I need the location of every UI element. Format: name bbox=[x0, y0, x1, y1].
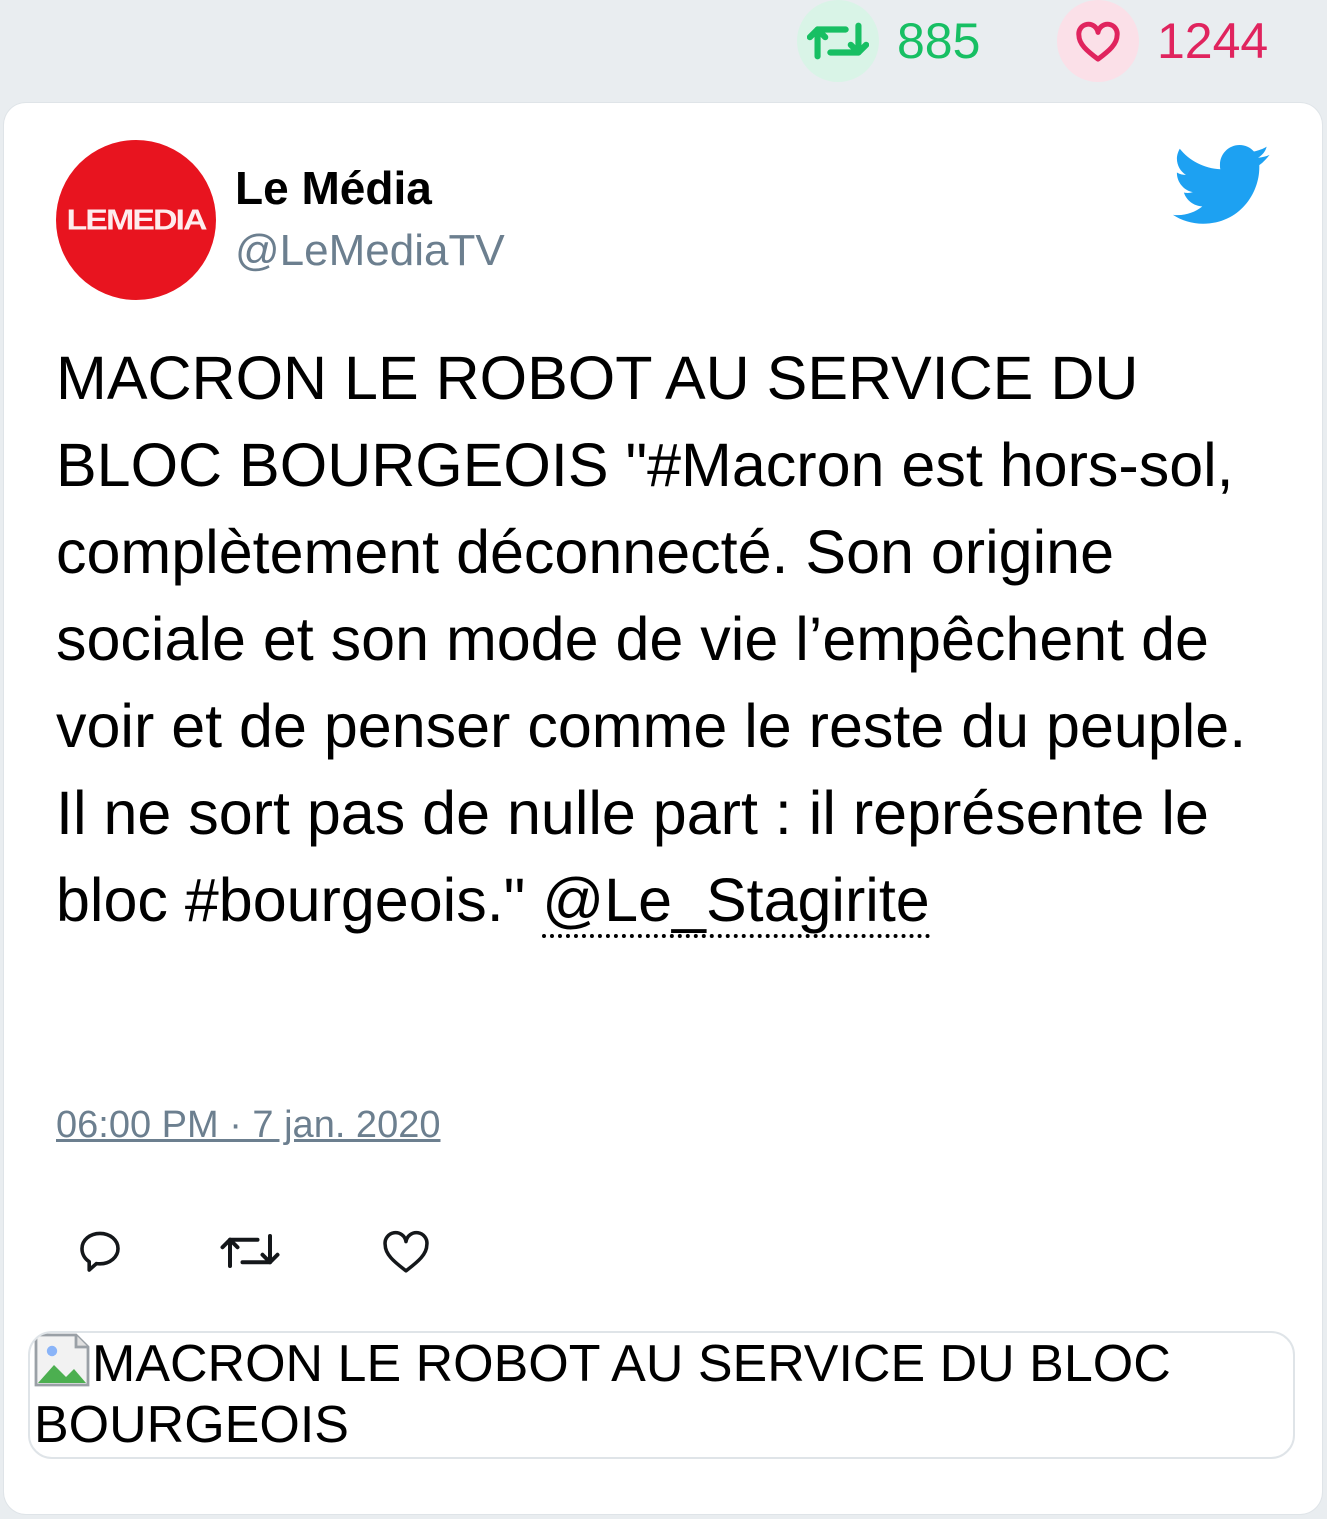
link-preview-card[interactable]: MACRON LE ROBOT AU SERVICE DU BLOC BOURG… bbox=[28, 1331, 1295, 1459]
retweet-count: 885 bbox=[897, 13, 981, 69]
retweet-icon[interactable] bbox=[797, 0, 879, 82]
reply-icon[interactable] bbox=[70, 1221, 130, 1281]
twitter-bird-icon[interactable] bbox=[1172, 145, 1272, 227]
link-preview-alt-text: MACRON LE ROBOT AU SERVICE DU BLOC BOURG… bbox=[34, 1333, 1274, 1456]
author-handle[interactable]: @LeMediaTV bbox=[235, 229, 505, 273]
avatar[interactable]: LEMEDIA bbox=[56, 140, 216, 300]
tweet-text: MACRON LE ROBOT AU SERVICE DU BLOC BOURG… bbox=[56, 335, 1281, 944]
author-name[interactable]: Le Média bbox=[235, 165, 432, 211]
engagement-stats: 885 1244 bbox=[0, 0, 1327, 100]
tweet-timestamp[interactable]: 06:00 PM · 7 jan. 2020 bbox=[56, 1106, 440, 1144]
like-stat[interactable]: 1244 bbox=[1057, 0, 1268, 82]
retweet-icon[interactable] bbox=[220, 1221, 280, 1281]
mention-link[interactable]: @Le_Stagirite bbox=[542, 866, 930, 938]
link-preview-title: MACRON LE ROBOT AU SERVICE DU BLOC BOURG… bbox=[34, 1335, 1171, 1454]
retweet-stat[interactable]: 885 bbox=[797, 0, 980, 82]
heart-icon[interactable] bbox=[376, 1221, 436, 1281]
like-count: 1244 bbox=[1157, 13, 1269, 69]
tweet-card: LEMEDIA Le Média @LeMediaTV MACRON LE RO… bbox=[4, 103, 1322, 1514]
tweet-body: MACRON LE ROBOT AU SERVICE DU BLOC BOURG… bbox=[56, 344, 1247, 934]
heart-icon[interactable] bbox=[1057, 0, 1139, 82]
avatar-logo: LEMEDIA bbox=[66, 203, 208, 236]
tweet-actions bbox=[56, 1221, 476, 1281]
broken-image-icon bbox=[34, 1333, 90, 1387]
